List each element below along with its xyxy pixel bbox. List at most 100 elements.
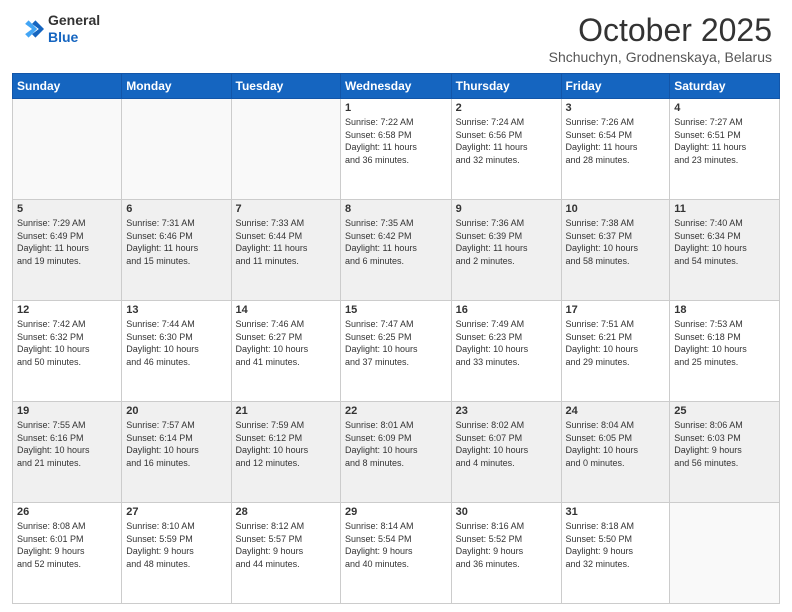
logo-icon xyxy=(20,17,44,41)
logo-blue: Blue xyxy=(48,29,100,46)
day-number: 23 xyxy=(456,405,557,417)
day-number: 12 xyxy=(17,304,117,316)
week-row-5: 26 Sunrise: 8:08 AM Sunset: 6:01 PM Dayli… xyxy=(13,503,780,604)
month-title: October 2025 xyxy=(549,12,772,49)
day-header-thursday: Thursday xyxy=(451,74,561,99)
calendar-cell: 28Sunrise: 8:12 AM Sunset: 5:57 PM Dayli… xyxy=(231,503,340,604)
day-number: 19 xyxy=(17,405,117,417)
day-info: Sunrise: 8:08 AM Sunset: 6:01 PM Dayligh… xyxy=(17,520,117,570)
day-number: 26 xyxy=(17,506,117,518)
day-info: Sunrise: 8:18 AM Sunset: 5:50 PM Dayligh… xyxy=(566,520,666,570)
day-info: Sunrise: 7:47 AM Sunset: 6:25 PM Dayligh… xyxy=(345,318,447,368)
calendar-cell: 2 Sunrise: 7:24 AM Sunset: 6:56 PM Daylig… xyxy=(451,99,561,200)
day-header-friday: Friday xyxy=(561,74,670,99)
day-info: Sunrise: 7:44 AM Sunset: 6:30 PM Dayligh… xyxy=(126,318,226,368)
day-info: Sunrise: 7:53 AM Sunset: 6:18 PM Dayligh… xyxy=(674,318,775,368)
day-number: 2 xyxy=(456,102,557,114)
day-info: Sunrise: 8:02 AM Sunset: 6:07 PM Dayligh… xyxy=(456,419,557,469)
day-number: 14 xyxy=(236,304,336,316)
day-info: Sunrise: 8:01 AM Sunset: 6:09 PM Dayligh… xyxy=(345,419,447,469)
calendar-cell: 31 Sunrise: 8:18 AM Sunset: 5:50 PM Dayli… xyxy=(561,503,670,604)
day-info: Sunrise: 7:46 AM Sunset: 6:27 PM Dayligh… xyxy=(236,318,336,368)
calendar-cell: 16Sunrise: 7:49 AM Sunset: 6:23 PM Dayli… xyxy=(451,301,561,402)
logo: General Blue xyxy=(20,12,100,46)
day-info: Sunrise: 7:49 AM Sunset: 6:23 PM Dayligh… xyxy=(456,318,557,368)
day-number: 20 xyxy=(126,405,226,417)
calendar-cell: 7Sunrise: 7:33 AM Sunset: 6:44 PM Daylig… xyxy=(231,200,340,301)
day-number: 27 xyxy=(126,506,226,518)
calendar-cell: 29Sunrise: 8:14 AM Sunset: 5:54 PM Dayli… xyxy=(341,503,452,604)
day-number: 6 xyxy=(126,203,226,215)
calendar-cell: 9 Sunrise: 7:36 AM Sunset: 6:39 PM Daylig… xyxy=(451,200,561,301)
day-info: Sunrise: 7:27 AM Sunset: 6:51 PM Dayligh… xyxy=(674,116,775,166)
calendar-cell: 1Sunrise: 7:22 AM Sunset: 6:58 PM Daylig… xyxy=(341,99,452,200)
day-header-saturday: Saturday xyxy=(670,74,780,99)
calendar-cell xyxy=(122,99,231,200)
week-row-4: 19 Sunrise: 7:55 AM Sunset: 6:16 PM Dayli… xyxy=(13,402,780,503)
day-header-wednesday: Wednesday xyxy=(341,74,452,99)
day-number: 22 xyxy=(345,405,447,417)
day-number: 24 xyxy=(566,405,666,417)
day-number: 3 xyxy=(566,102,666,114)
calendar-cell: 8Sunrise: 7:35 AM Sunset: 6:42 PM Daylig… xyxy=(341,200,452,301)
calendar-cell: 3 Sunrise: 7:26 AM Sunset: 6:54 PM Daylig… xyxy=(561,99,670,200)
calendar-cell: 5 Sunrise: 7:29 AM Sunset: 6:49 PM Daylig… xyxy=(13,200,122,301)
calendar-cell: 30Sunrise: 8:16 AM Sunset: 5:52 PM Dayli… xyxy=(451,503,561,604)
day-info: Sunrise: 7:51 AM Sunset: 6:21 PM Dayligh… xyxy=(566,318,666,368)
location-subtitle: Shchuchyn, Grodnenskaya, Belarus xyxy=(549,49,772,65)
calendar-cell xyxy=(670,503,780,604)
day-number: 4 xyxy=(674,102,775,114)
day-info: Sunrise: 8:06 AM Sunset: 6:03 PM Dayligh… xyxy=(674,419,775,469)
day-number: 18 xyxy=(674,304,775,316)
day-info: Sunrise: 8:16 AM Sunset: 5:52 PM Dayligh… xyxy=(456,520,557,570)
day-number: 5 xyxy=(17,203,117,215)
day-info: Sunrise: 7:42 AM Sunset: 6:32 PM Dayligh… xyxy=(17,318,117,368)
calendar-cell: 4 Sunrise: 7:27 AM Sunset: 6:51 PM Daylig… xyxy=(670,99,780,200)
day-info: Sunrise: 8:12 AM Sunset: 5:57 PM Dayligh… xyxy=(236,520,336,570)
calendar-cell: 6 Sunrise: 7:31 AM Sunset: 6:46 PM Daylig… xyxy=(122,200,231,301)
day-info: Sunrise: 7:55 AM Sunset: 6:16 PM Dayligh… xyxy=(17,419,117,469)
calendar-cell: 13 Sunrise: 7:44 AM Sunset: 6:30 PM Dayli… xyxy=(122,301,231,402)
day-info: Sunrise: 7:57 AM Sunset: 6:14 PM Dayligh… xyxy=(126,419,226,469)
day-info: Sunrise: 7:29 AM Sunset: 6:49 PM Dayligh… xyxy=(17,217,117,267)
logo-text: General Blue xyxy=(48,12,100,46)
calendar-cell: 12 Sunrise: 7:42 AM Sunset: 6:32 PM Dayli… xyxy=(13,301,122,402)
day-info: Sunrise: 7:31 AM Sunset: 6:46 PM Dayligh… xyxy=(126,217,226,267)
day-info: Sunrise: 7:24 AM Sunset: 6:56 PM Dayligh… xyxy=(456,116,557,166)
day-number: 21 xyxy=(236,405,336,417)
days-header-row: SundayMondayTuesdayWednesdayThursdayFrid… xyxy=(13,74,780,99)
calendar-cell: 15Sunrise: 7:47 AM Sunset: 6:25 PM Dayli… xyxy=(341,301,452,402)
calendar-table: SundayMondayTuesdayWednesdayThursdayFrid… xyxy=(12,73,780,604)
calendar-cell: 25Sunrise: 8:06 AM Sunset: 6:03 PM Dayli… xyxy=(670,402,780,503)
calendar-cell: 10 Sunrise: 7:38 AM Sunset: 6:37 PM Dayli… xyxy=(561,200,670,301)
calendar-cell: 20 Sunrise: 7:57 AM Sunset: 6:14 PM Dayli… xyxy=(122,402,231,503)
calendar-cell: 17 Sunrise: 7:51 AM Sunset: 6:21 PM Dayli… xyxy=(561,301,670,402)
day-number: 10 xyxy=(566,203,666,215)
day-number: 9 xyxy=(456,203,557,215)
day-info: Sunrise: 7:22 AM Sunset: 6:58 PM Dayligh… xyxy=(345,116,447,166)
calendar: SundayMondayTuesdayWednesdayThursdayFrid… xyxy=(0,73,792,612)
calendar-cell xyxy=(13,99,122,200)
week-row-2: 5 Sunrise: 7:29 AM Sunset: 6:49 PM Daylig… xyxy=(13,200,780,301)
day-number: 31 xyxy=(566,506,666,518)
day-number: 17 xyxy=(566,304,666,316)
calendar-cell: 23 Sunrise: 8:02 AM Sunset: 6:07 PM Dayli… xyxy=(451,402,561,503)
day-header-sunday: Sunday xyxy=(13,74,122,99)
calendar-cell: 21 Sunrise: 7:59 AM Sunset: 6:12 PM Dayli… xyxy=(231,402,340,503)
day-info: Sunrise: 7:36 AM Sunset: 6:39 PM Dayligh… xyxy=(456,217,557,267)
day-info: Sunrise: 8:10 AM Sunset: 5:59 PM Dayligh… xyxy=(126,520,226,570)
calendar-cell: 27 Sunrise: 8:10 AM Sunset: 5:59 PM Dayli… xyxy=(122,503,231,604)
header: General Blue October 2025 Shchuchyn, Gro… xyxy=(0,0,792,73)
logo-general: General xyxy=(48,12,100,29)
day-header-monday: Monday xyxy=(122,74,231,99)
day-info: Sunrise: 7:33 AM Sunset: 6:44 PM Dayligh… xyxy=(236,217,336,267)
day-info: Sunrise: 7:59 AM Sunset: 6:12 PM Dayligh… xyxy=(236,419,336,469)
day-number: 13 xyxy=(126,304,226,316)
day-header-tuesday: Tuesday xyxy=(231,74,340,99)
day-number: 11 xyxy=(674,203,775,215)
day-info: Sunrise: 7:40 AM Sunset: 6:34 PM Dayligh… xyxy=(674,217,775,267)
day-info: Sunrise: 7:26 AM Sunset: 6:54 PM Dayligh… xyxy=(566,116,666,166)
calendar-cell: 19 Sunrise: 7:55 AM Sunset: 6:16 PM Dayli… xyxy=(13,402,122,503)
day-info: Sunrise: 7:38 AM Sunset: 6:37 PM Dayligh… xyxy=(566,217,666,267)
day-number: 8 xyxy=(345,203,447,215)
